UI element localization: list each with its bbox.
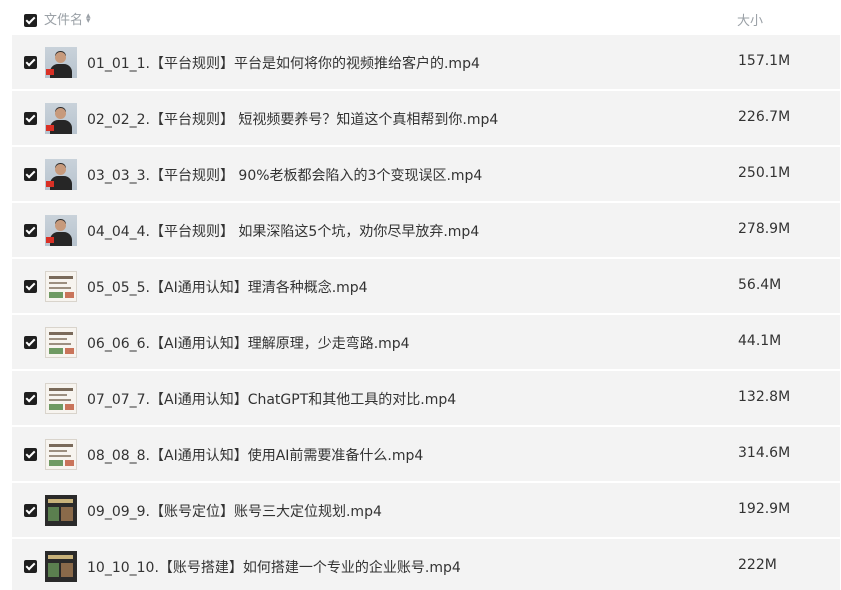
file-row[interactable]: 10_10_10.【账号搭建】如何搭建一个专业的企业账号.mp4 222M (12, 539, 840, 590)
file-size: 226.7M (738, 109, 791, 125)
select-all-checkbox[interactable] (24, 14, 37, 27)
file-name[interactable]: 05_05_5.【AI通用认知】理清各种概念.mp4 (87, 277, 368, 297)
row-checkbox[interactable] (24, 448, 37, 461)
list-header: 文件名 ▴ ▾ 大小 (0, 0, 841, 36)
file-name[interactable]: 01_01_1.【平台规则】平台是如何将你的视频推给客户的.mp4 (87, 53, 480, 73)
file-row[interactable]: 07_07_7.【AI通用认知】ChatGPT和其他工具的对比.mp4 132.… (12, 371, 840, 425)
file-size: 132.8M (738, 389, 791, 405)
video-thumbnail-icon (45, 47, 77, 78)
file-row[interactable]: 01_01_1.【平台规则】平台是如何将你的视频推给客户的.mp4 157.1M (12, 35, 840, 89)
video-thumbnail-icon (45, 495, 77, 526)
row-checkbox[interactable] (24, 56, 37, 69)
file-row[interactable]: 09_09_9.【账号定位】账号三大定位规划.mp4 192.9M (12, 483, 840, 537)
file-name[interactable]: 02_02_2.【平台规则】 短视频要养号？知道这个真相帮到你.mp4 (87, 109, 498, 129)
file-name[interactable]: 10_10_10.【账号搭建】如何搭建一个专业的企业账号.mp4 (87, 557, 461, 577)
row-checkbox[interactable] (24, 112, 37, 125)
video-thumbnail-icon (45, 215, 77, 246)
column-header-name[interactable]: 文件名 ▴ ▾ (44, 9, 91, 29)
video-thumbnail-icon (45, 383, 77, 414)
file-row[interactable]: 06_06_6.【AI通用认知】理解原理，少走弯路.mp4 44.1M (12, 315, 840, 369)
row-checkbox[interactable] (24, 560, 37, 573)
file-size: 278.9M (738, 221, 791, 237)
row-checkbox[interactable] (24, 504, 37, 517)
file-size: 222M (738, 557, 777, 573)
file-row[interactable]: 02_02_2.【平台规则】 短视频要养号？知道这个真相帮到你.mp4 226.… (12, 91, 840, 145)
file-name[interactable]: 08_08_8.【AI通用认知】使用AI前需要准备什么.mp4 (87, 445, 423, 465)
video-thumbnail-icon (45, 551, 77, 582)
file-name[interactable]: 06_06_6.【AI通用认知】理解原理，少走弯路.mp4 (87, 333, 410, 353)
file-row[interactable]: 05_05_5.【AI通用认知】理清各种概念.mp4 56.4M (12, 259, 840, 313)
sort-icon[interactable]: ▴ ▾ (86, 12, 91, 26)
file-row[interactable]: 03_03_3.【平台规则】 90%老板都会陷入的3个变现误区.mp4 250.… (12, 147, 840, 201)
video-thumbnail-icon (45, 439, 77, 470)
row-checkbox[interactable] (24, 392, 37, 405)
video-thumbnail-icon (45, 327, 77, 358)
video-thumbnail-icon (45, 159, 77, 190)
row-checkbox[interactable] (24, 336, 37, 349)
file-size: 314.6M (738, 445, 791, 461)
file-size: 56.4M (738, 277, 782, 293)
video-thumbnail-icon (45, 271, 77, 302)
row-checkbox[interactable] (24, 224, 37, 237)
file-row[interactable]: 08_08_8.【AI通用认知】使用AI前需要准备什么.mp4 314.6M (12, 427, 840, 481)
row-checkbox[interactable] (24, 168, 37, 181)
file-row[interactable]: 04_04_4.【平台规则】 如果深陷这5个坑，劝你尽早放弃.mp4 278.9… (12, 203, 840, 257)
file-name[interactable]: 03_03_3.【平台规则】 90%老板都会陷入的3个变现误区.mp4 (87, 165, 482, 185)
file-list: 文件名 ▴ ▾ 大小 01_01_1.【平台规则】平台是如何将你的视频推给客户的.m… (0, 0, 841, 590)
file-size: 250.1M (738, 165, 791, 181)
column-header-size[interactable]: 大小 (737, 10, 763, 29)
column-header-name-label: 文件名 (44, 13, 84, 28)
video-thumbnail-icon (45, 103, 77, 134)
file-name[interactable]: 04_04_4.【平台规则】 如果深陷这5个坑，劝你尽早放弃.mp4 (87, 221, 479, 241)
file-name[interactable]: 09_09_9.【账号定位】账号三大定位规划.mp4 (87, 501, 382, 521)
file-size: 44.1M (738, 333, 782, 349)
file-name[interactable]: 07_07_7.【AI通用认知】ChatGPT和其他工具的对比.mp4 (87, 389, 456, 409)
row-checkbox[interactable] (24, 280, 37, 293)
file-size: 157.1M (738, 53, 791, 69)
file-size: 192.9M (738, 501, 791, 517)
